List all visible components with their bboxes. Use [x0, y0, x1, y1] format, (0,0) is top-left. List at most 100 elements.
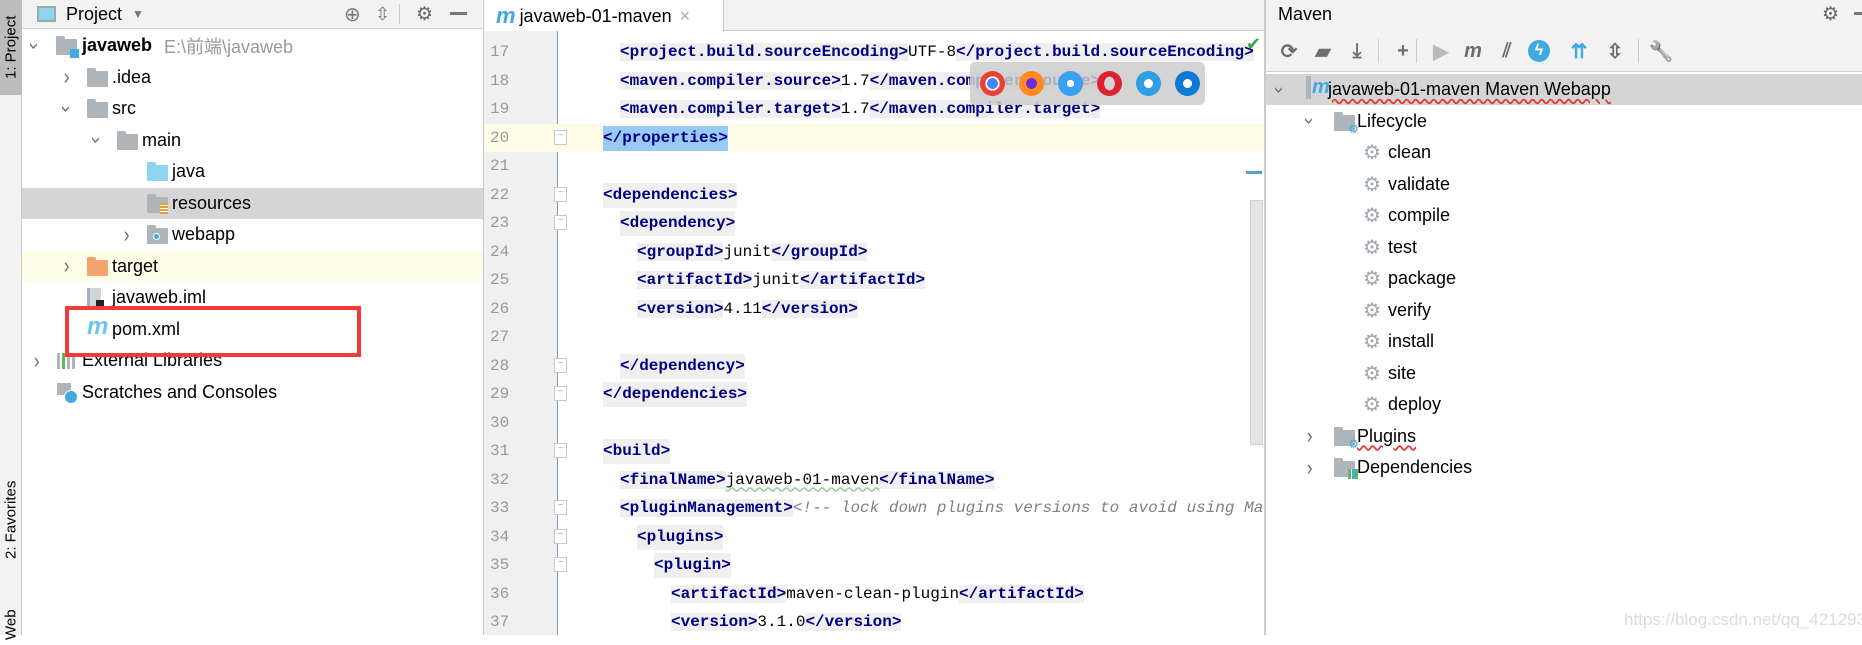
minimize-icon[interactable] [1854, 12, 1862, 15]
chevron-down-icon[interactable]: › [1269, 86, 1290, 93]
tree-item-java[interactable]: java [22, 156, 483, 187]
line-number: 32 [490, 470, 510, 489]
tab-web[interactable]: Web [0, 605, 22, 645]
project-panel: Project ▼ ⊕ ⇳ ⚙ › javaweb E:\前端\javaweb › .id… [22, 0, 484, 635]
download-icon[interactable]: ⤓ [1344, 38, 1370, 64]
fold-marker-icon[interactable]: − [554, 357, 567, 373]
edge-icon[interactable] [1175, 71, 1200, 96]
chevron-down-icon[interactable]: › [24, 42, 45, 49]
lifecycle-goal-package[interactable]: ⚙ package [1266, 263, 1862, 294]
chevron-right-icon[interactable]: › [64, 64, 70, 90]
gear-icon: ⚙ [1363, 236, 1381, 259]
tab-pom-xml[interactable]: m javaweb-01-maven × [484, 0, 724, 32]
fold-marker-icon[interactable]: − [554, 557, 567, 572]
opera-icon[interactable] [1097, 71, 1122, 96]
project-view-dropdown[interactable]: Project ▼ [66, 4, 144, 25]
scrollbar-mark [1246, 171, 1262, 174]
maven-lifecycle-node[interactable]: › ⚙ Lifecycle [1266, 106, 1862, 137]
code-text: </dependency> [620, 353, 745, 379]
fold-marker-icon[interactable]: − [554, 386, 567, 401]
safari-icon[interactable] [1058, 71, 1083, 96]
chevron-down-icon[interactable]: › [56, 105, 77, 112]
lifecycle-goal-deploy[interactable]: ⚙ deploy [1266, 389, 1862, 420]
tree-item-label: webapp [172, 224, 236, 244]
code-area[interactable]: 17 <project.build.sourceEncoding>UTF-8</p… [484, 38, 1264, 635]
fold-marker-icon[interactable]: − [554, 528, 567, 544]
code-text: <pluginManagement><!-- lock down plugins… [620, 499, 1264, 517]
lifecycle-goal-test[interactable]: ⚙ test [1266, 232, 1862, 263]
annotation-red-box [65, 306, 361, 357]
skip-tests-icon[interactable]: ϟ [1528, 40, 1550, 62]
tree-item-scratches-and-consoles[interactable]: Scratches and Consoles [22, 377, 483, 408]
reload-icon[interactable]: ⟳ [1276, 38, 1302, 64]
locate-icon[interactable]: ⊕ [344, 2, 361, 27]
lifecycle-goal-clean[interactable]: ⚙ clean [1266, 137, 1862, 168]
chevron-right-icon[interactable]: › [64, 253, 70, 279]
chevron-down-icon[interactable]: › [86, 136, 107, 143]
add-icon[interactable]: + [1390, 38, 1416, 64]
tab-label: javaweb-01-maven [519, 5, 672, 26]
maven-dependencies-node[interactable]: › Dependencies [1266, 452, 1862, 483]
code-line: 35 − <plugin> [484, 551, 1264, 580]
gear-icon: ⚙ [1363, 268, 1381, 290]
tab-project[interactable]: 1: Project [0, 0, 22, 95]
run-icon[interactable]: ▶ [1428, 38, 1454, 64]
tree-root-javaweb[interactable]: › javaweb E:\前端\javaweb [22, 30, 483, 61]
chevron-down-icon[interactable]: › [1299, 117, 1320, 124]
goal-label: site [1388, 362, 1417, 383]
lifecycle-goal-compile[interactable]: ⚙ compile [1266, 200, 1862, 231]
tree-item-label: Scratches and Consoles [82, 381, 278, 402]
iml-file-icon [87, 288, 104, 308]
fold-marker-icon[interactable]: − [554, 129, 567, 145]
settings-wrench-icon[interactable]: 🔧 [1648, 38, 1674, 64]
tree-item-webapp[interactable]: › webapp [22, 219, 483, 250]
collapse-all-icon[interactable]: ⇳ [1602, 38, 1628, 64]
toolbar-separator [1638, 39, 1639, 63]
tree-item-label: main [142, 129, 182, 150]
firefox-icon[interactable] [1019, 71, 1044, 96]
chrome-icon[interactable] [980, 71, 1005, 96]
fold-marker-icon[interactable]: − [554, 186, 567, 202]
maven-project-label: javaweb-01-maven Maven Webapp [1328, 79, 1611, 99]
tree-item-src[interactable]: › src [22, 93, 483, 124]
tree-item-target[interactable]: › target [22, 250, 483, 282]
gear-icon[interactable]: ⚙ [1822, 3, 1839, 26]
close-icon[interactable]: × [680, 6, 691, 27]
code-line: 24 <groupId>junit</groupId> [484, 238, 1264, 267]
tree-item-resources[interactable]: resources [22, 187, 483, 219]
toggle-offline-icon[interactable]: ⫽ [1494, 38, 1520, 64]
tab-favorites[interactable]: 2: Favorites [0, 455, 22, 585]
collapse-all-icon[interactable]: ⇳ [375, 4, 390, 25]
show-dependencies-icon[interactable]: ⇈ [1566, 38, 1592, 64]
tree-item-label: target [112, 255, 159, 276]
fold-marker-icon[interactable]: − [554, 215, 567, 230]
chevron-right-icon[interactable]: › [1307, 423, 1313, 449]
dependencies-folder-icon [1334, 458, 1358, 479]
scratches-icon [57, 382, 78, 404]
execute-goal-icon[interactable]: m [1460, 38, 1486, 64]
gear-icon: ⚙ [1363, 299, 1381, 322]
fold-marker-icon[interactable]: − [554, 500, 567, 515]
lifecycle-goal-install[interactable]: ⚙ install [1266, 326, 1862, 357]
chevron-right-icon[interactable]: › [34, 348, 40, 374]
lifecycle-goal-validate[interactable]: ⚙ validate [1266, 169, 1862, 200]
tree-item-main[interactable]: › main [22, 125, 483, 156]
gear-icon[interactable]: ⚙ [416, 3, 433, 26]
maven-project-node[interactable]: › m javaweb-01-maven Maven Webapp [1266, 74, 1862, 105]
minimize-icon[interactable] [450, 12, 467, 15]
vertical-scrollbar[interactable] [1250, 200, 1263, 445]
fold-marker-icon[interactable]: − [554, 443, 567, 458]
code-line: 27 [484, 323, 1264, 352]
lifecycle-goal-verify[interactable]: ⚙ verify [1266, 295, 1862, 326]
line-number: 27 [490, 328, 510, 346]
tree-item--idea[interactable]: › .idea [22, 62, 483, 93]
tab-favorites-label: 2: Favorites [2, 480, 20, 560]
maven-plugins-node[interactable]: › ⚙ Plugins [1266, 421, 1862, 452]
ie-icon[interactable] [1136, 71, 1161, 96]
lifecycle-goal-site[interactable]: ⚙ site [1266, 358, 1862, 389]
reimport-folder-icon[interactable]: ▰ [1310, 38, 1336, 64]
goal-label: validate [1388, 173, 1451, 194]
chevron-right-icon[interactable]: › [124, 222, 130, 248]
chevron-right-icon[interactable]: › [1307, 455, 1313, 481]
line-number: 19 [490, 100, 510, 118]
